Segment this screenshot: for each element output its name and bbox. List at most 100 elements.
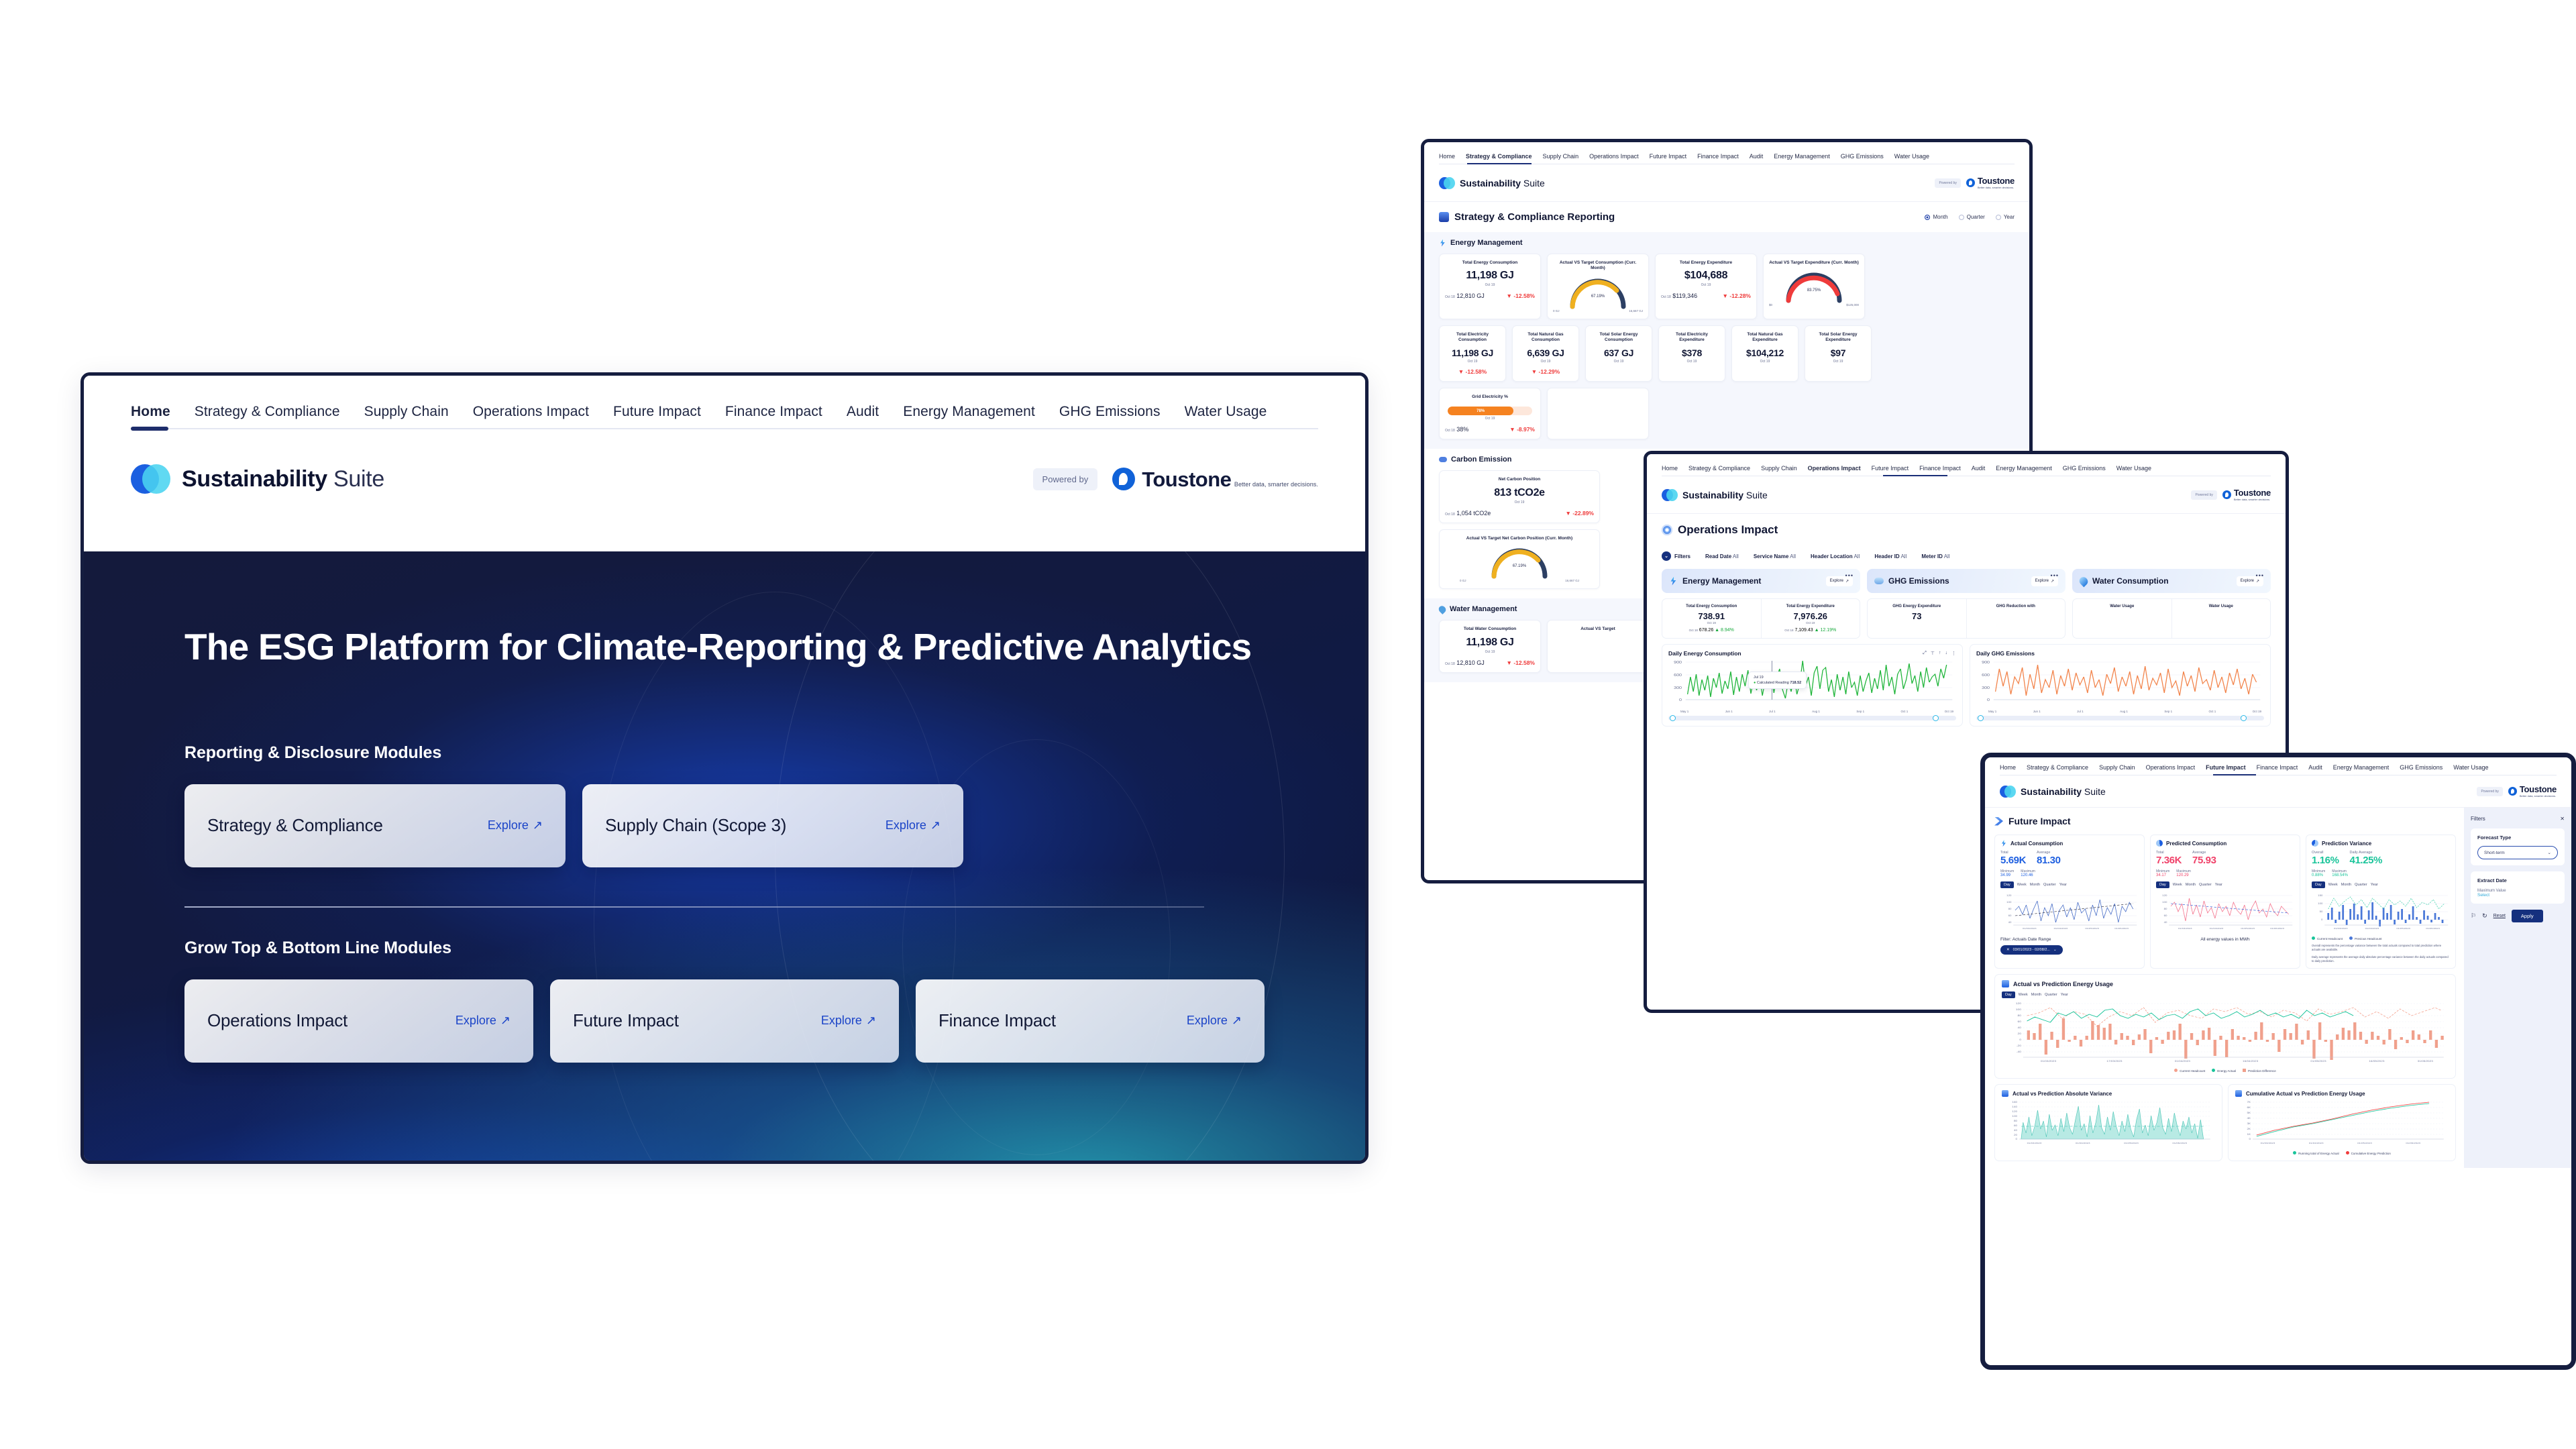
nav-item-energy-management[interactable]: Energy Management — [2333, 764, 2390, 771]
granularity-month[interactable]: Month — [2030, 883, 2040, 887]
kpi-card[interactable]: Total Energy Consumption 11,198 GJ Oct 1… — [1439, 254, 1541, 319]
nav-item-water-usage[interactable]: Water Usage — [2453, 764, 2488, 771]
nav-item-water-usage[interactable]: Water Usage — [1185, 404, 1267, 423]
granularity-month[interactable]: Month — [2186, 883, 2196, 887]
more-options-icon[interactable]: ••• — [2051, 572, 2059, 579]
module-card-supply-chain[interactable]: Supply Chain (Scope 3) Explore ↗ — [582, 784, 963, 867]
bookmark-icon[interactable]: ⚐ — [2471, 912, 2476, 920]
stat-cell[interactable]: Water Usage — [2073, 599, 2172, 638]
nav-item-strategy-compliance[interactable]: Strategy & Compliance — [195, 404, 340, 423]
nav-item-energy-management[interactable]: Energy Management — [1774, 153, 1830, 160]
granularity-week[interactable]: Week — [2019, 993, 2028, 997]
filter-service-name[interactable]: Service Name All — [1754, 553, 1796, 559]
kpi-card-partial[interactable] — [1547, 387, 1649, 440]
granularity-quarter[interactable]: Quarter — [2355, 883, 2367, 887]
nav-item-future-impact[interactable]: Future Impact — [2206, 764, 2246, 771]
sort-asc-icon[interactable]: ↑ — [1939, 651, 1941, 656]
period-toggle[interactable]: Month Quarter Year — [1925, 214, 2015, 220]
kpi-card[interactable]: Total Water Consumption 11,198 GJ Oct 19… — [1439, 620, 1541, 673]
explore-link[interactable]: Explore ↗ — [488, 818, 543, 833]
granularity-toggle[interactable]: Day Week Month Quarter Year — [2002, 991, 2449, 999]
kpi-card[interactable]: Total Energy Expenditure $104,688 Oct 19… — [1655, 254, 1757, 319]
kpi-card-gauge[interactable]: Actual VS Target Consumption (Curr. Mont… — [1547, 254, 1649, 319]
nav-item-home[interactable]: Home — [131, 404, 170, 423]
filter-header-id[interactable]: Header ID All — [1874, 553, 1907, 559]
nav-item-strategy-compliance[interactable]: Strategy & Compliance — [2027, 764, 2088, 771]
nav-item-home[interactable]: Home — [1662, 465, 1678, 472]
kpi-card[interactable]: Total Solar Energy Expenditure $97 Oct 1… — [1805, 325, 1872, 382]
nav-item-strategy-compliance[interactable]: Strategy & Compliance — [1466, 153, 1532, 160]
nav-item-finance-impact[interactable]: Finance Impact — [1919, 465, 1961, 472]
nav-item-audit[interactable]: Audit — [1972, 465, 1986, 472]
filter-icon[interactable]: ⊤ — [1931, 651, 1935, 656]
kpi-card-partial[interactable]: Actual VS Target — [1547, 620, 1649, 673]
kpi-card[interactable]: Total Electricity Expenditure $378 Oct 1… — [1658, 325, 1725, 382]
nav-item-audit[interactable]: Audit — [2308, 764, 2322, 771]
module-card-finance-impact[interactable]: Finance Impact Explore ↗ — [916, 979, 1265, 1063]
date-range-pill[interactable]: ✕ 03/01/2023 - 02/08/2... ⌄ — [2000, 945, 2063, 955]
granularity-year[interactable]: Year — [2061, 993, 2068, 997]
module-tile-energy-management[interactable]: ••• Energy Management Explore ↗ — [1662, 569, 1860, 593]
extract-date-select-link[interactable]: Select — [2477, 893, 2558, 898]
period-option-year[interactable]: Year — [1995, 214, 2015, 220]
granularity-week[interactable]: Week — [2173, 883, 2182, 887]
granularity-day[interactable]: Day — [2000, 881, 2014, 888]
period-option-month[interactable]: Month — [1925, 214, 1948, 220]
kpi-card[interactable]: Total Solar Energy Consumption 637 GJ Oc… — [1585, 325, 1652, 382]
nav-item-operations-impact[interactable]: Operations Impact — [473, 404, 589, 423]
nav-item-water-usage[interactable]: Water Usage — [2116, 465, 2151, 472]
nav-item-ghg-emissions[interactable]: GHG Emissions — [1059, 404, 1161, 423]
stat-cell[interactable]: GHG Reduction with — [1967, 599, 2065, 638]
module-card-future-impact[interactable]: Future Impact Explore ↗ — [550, 979, 899, 1063]
explore-link[interactable]: Explore ↗ — [885, 818, 941, 833]
kpi-card[interactable]: Total Electricity Consumption 11,198 GJ … — [1439, 325, 1506, 382]
granularity-year[interactable]: Year — [2059, 883, 2067, 887]
stat-cell[interactable]: GHG Energy Expenditure 73 — [1868, 599, 1967, 638]
nav-item-finance-impact[interactable]: Finance Impact — [725, 404, 822, 423]
nav-item-supply-chain[interactable]: Supply Chain — [364, 404, 449, 423]
nav-item-operations-impact[interactable]: Operations Impact — [2146, 764, 2196, 771]
kpi-card[interactable]: Net Carbon Position 813 tCO2e Oct 19 Oct… — [1439, 470, 1600, 523]
module-tile-water-consumption[interactable]: ••• Water Consumption Explore ↗ — [2072, 569, 2271, 593]
granularity-toggle[interactable]: Day Week Month Quarter Year — [2156, 881, 2294, 888]
granularity-year[interactable]: Year — [2215, 883, 2222, 887]
granularity-week[interactable]: Week — [2017, 883, 2027, 887]
kpi-card[interactable]: Total Natural Gas Consumption 6,639 GJ O… — [1512, 325, 1579, 382]
kpi-card-predicted-consumption[interactable]: Predicted Consumption Total 7.36K Average… — [2150, 835, 2300, 969]
nav-item-future-impact[interactable]: Future Impact — [1650, 153, 1687, 160]
kpi-card[interactable]: Total Natural Gas Expenditure $104,212 O… — [1731, 325, 1799, 382]
nav-item-future-impact[interactable]: Future Impact — [613, 404, 701, 423]
module-card-strategy-compliance[interactable]: Strategy & Compliance Explore ↗ — [184, 784, 566, 867]
kpi-card-prediction-variance[interactable]: Prediction Variance Overall 1.16% Daily A… — [2306, 835, 2456, 969]
nav-item-finance-impact[interactable]: Finance Impact — [1697, 153, 1739, 160]
apply-button[interactable]: Apply — [2511, 910, 2543, 922]
nav-item-operations-impact[interactable]: Operations Impact — [1808, 465, 1861, 472]
nav-item-energy-management[interactable]: Energy Management — [1996, 465, 2052, 472]
nav-item-future-impact[interactable]: Future Impact — [1872, 465, 1909, 472]
nav-item-supply-chain[interactable]: Supply Chain — [1543, 153, 1579, 160]
sort-desc-icon[interactable]: ↓ — [1945, 651, 1948, 656]
nav-item-home[interactable]: Home — [1439, 153, 1455, 160]
explore-link[interactable]: Explore ↗ — [455, 1014, 511, 1028]
nav-item-finance-impact[interactable]: Finance Impact — [2257, 764, 2298, 771]
more-options-icon[interactable]: ••• — [2256, 572, 2264, 579]
kpi-card-gauge[interactable]: Actual VS Target Net Carbon Position (Cu… — [1439, 529, 1600, 590]
granularity-quarter[interactable]: Quarter — [2043, 883, 2056, 887]
stat-cell[interactable]: Total Energy Expenditure 7,976.26 Oct 19… — [1762, 599, 1860, 638]
granularity-toggle[interactable]: Day Week Month Quarter Year — [2000, 881, 2139, 888]
stat-cell[interactable]: Water Usage — [2172, 599, 2271, 638]
nav-item-audit[interactable]: Audit — [1750, 153, 1764, 160]
nav-item-operations-impact[interactable]: Operations Impact — [1589, 153, 1639, 160]
nav-item-supply-chain[interactable]: Supply Chain — [1761, 465, 1797, 472]
nav-item-strategy-compliance[interactable]: Strategy & Compliance — [1688, 465, 1750, 472]
nav-item-ghg-emissions[interactable]: GHG Emissions — [1841, 153, 1884, 160]
reset-button[interactable]: Reset — [2493, 914, 2506, 918]
nav-item-water-usage[interactable]: Water Usage — [1894, 153, 1929, 160]
chart-range-slider[interactable] — [1668, 714, 1956, 721]
kpi-card-actual-consumption[interactable]: Actual Consumption Total 5.69K Average 81.… — [1994, 835, 2145, 969]
granularity-quarter[interactable]: Quarter — [2199, 883, 2212, 887]
refresh-icon[interactable]: ↻ — [2482, 912, 2487, 920]
granularity-month[interactable]: Month — [2031, 993, 2041, 997]
nav-item-audit[interactable]: Audit — [847, 404, 879, 423]
expand-icon[interactable]: ⤢ — [1923, 651, 1927, 656]
